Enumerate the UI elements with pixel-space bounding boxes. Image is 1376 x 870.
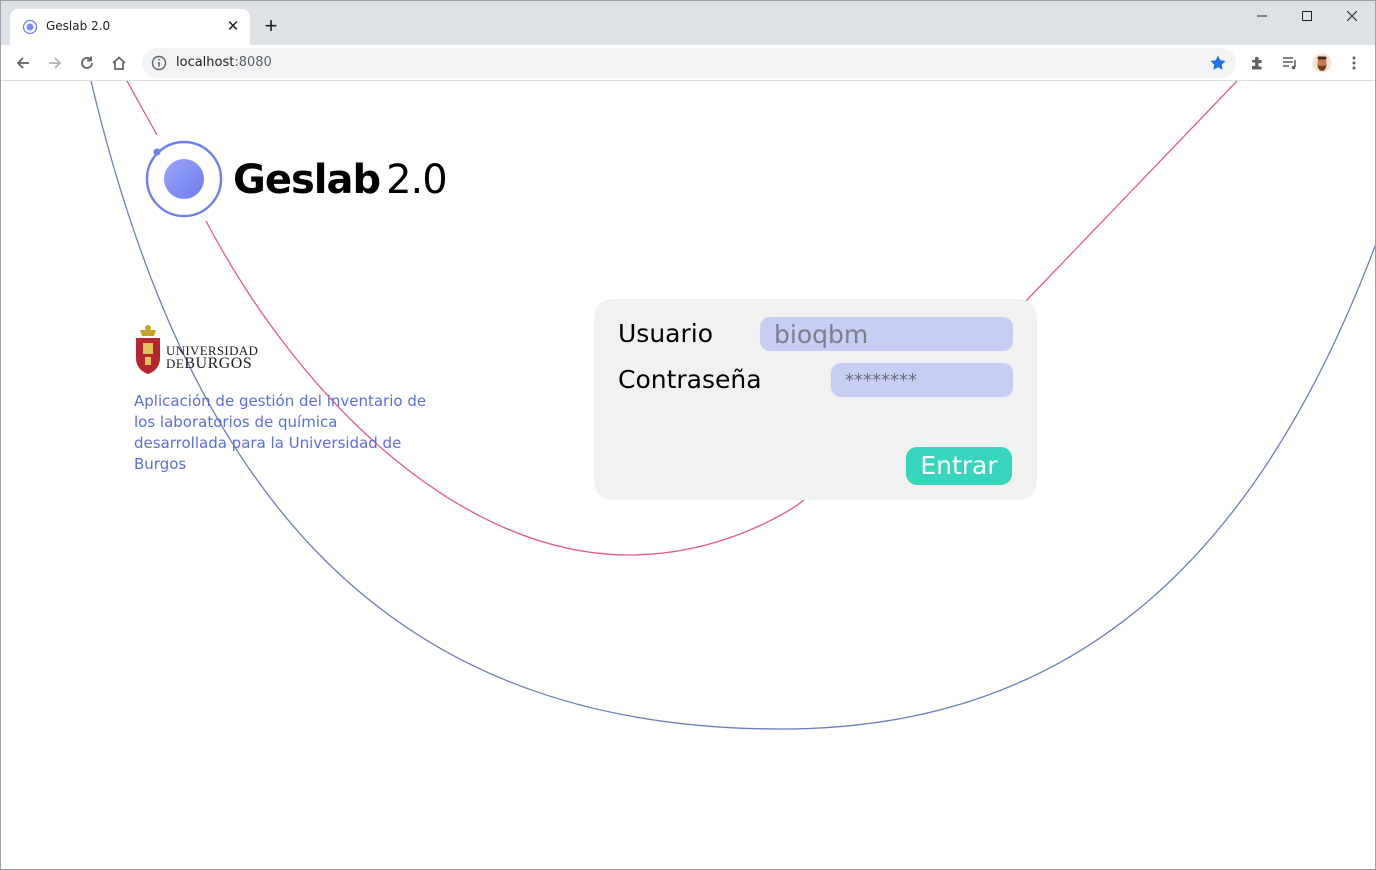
extensions-button[interactable] — [1244, 49, 1272, 77]
close-icon — [1346, 10, 1358, 22]
tab-close-icon[interactable]: ✕ — [224, 18, 242, 36]
info-icon[interactable] — [151, 55, 167, 71]
university-logo: UNIVERSIDAD DEBURGOS — [134, 324, 269, 376]
address-bar[interactable]: localhost:8080 — [142, 48, 1236, 78]
tab-title: Geslab 2.0 — [46, 19, 111, 33]
bookmark-star-icon[interactable] — [1208, 53, 1228, 73]
username-label: Usuario — [618, 319, 714, 348]
login-page: Geslab 2.0 UNIVERSIDAD DEBURGOS Aplicació… — [1, 81, 1375, 869]
university-name-main: BURGOS — [184, 355, 253, 372]
app-title: Geslab 2.0 — [233, 157, 448, 203]
new-tab-button[interactable]: + — [259, 14, 283, 38]
app-title-name: Geslab — [233, 157, 381, 203]
browser-toolbar: localhost:8080 — [1, 45, 1375, 81]
minimize-button[interactable] — [1239, 5, 1285, 27]
login-button[interactable]: Entrar — [906, 447, 1012, 485]
forward-button[interactable] — [41, 49, 69, 77]
reload-button[interactable] — [73, 49, 101, 77]
profile-avatar[interactable] — [1308, 49, 1336, 77]
maximize-button[interactable] — [1284, 5, 1330, 27]
home-icon — [112, 56, 126, 70]
username-input[interactable] — [760, 317, 1013, 351]
pink-curve — [126, 81, 158, 136]
maximize-icon — [1302, 11, 1312, 21]
playlist-icon — [1283, 57, 1296, 70]
university-crest-icon — [136, 325, 160, 374]
back-button[interactable] — [9, 49, 37, 77]
university-name-prefix: DE — [166, 356, 185, 371]
arrow-left-icon — [16, 57, 29, 69]
close-window-button[interactable] — [1329, 5, 1375, 27]
minimize-icon — [1257, 15, 1267, 17]
media-control-button[interactable] — [1276, 49, 1304, 77]
password-input[interactable] — [831, 363, 1013, 397]
app-title-version: 2.0 — [386, 157, 448, 203]
url-host: localhost — [176, 55, 235, 70]
browser-menu-button[interactable] — [1340, 49, 1368, 77]
login-form: Usuario Contraseña Entrar — [594, 299, 1037, 500]
arrow-right-icon — [49, 57, 62, 69]
reload-icon — [81, 56, 93, 69]
geslab-favicon-icon — [22, 19, 38, 35]
avatar-icon — [1312, 53, 1332, 73]
tab-strip: Geslab 2.0 ✕ + — [1, 1, 1375, 45]
more-vertical-icon — [1352, 56, 1356, 70]
url-port: :8080 — [234, 55, 272, 70]
puzzle-icon — [1252, 56, 1262, 70]
geslab-logo-icon — [145, 140, 223, 218]
pink-curve-right — [1025, 81, 1238, 302]
password-label: Contraseña — [618, 365, 762, 394]
university-name-line2: DEBURGOS — [166, 355, 252, 373]
browser-window: Geslab 2.0 ✕ + localhost:8080 Geslab 2.0… — [0, 0, 1376, 870]
home-button[interactable] — [105, 49, 133, 77]
url-text: localhost:8080 — [176, 55, 272, 70]
browser-tab[interactable]: Geslab 2.0 ✕ — [10, 9, 250, 45]
app-description: Aplicación de gestión del inventario de … — [134, 392, 427, 473]
